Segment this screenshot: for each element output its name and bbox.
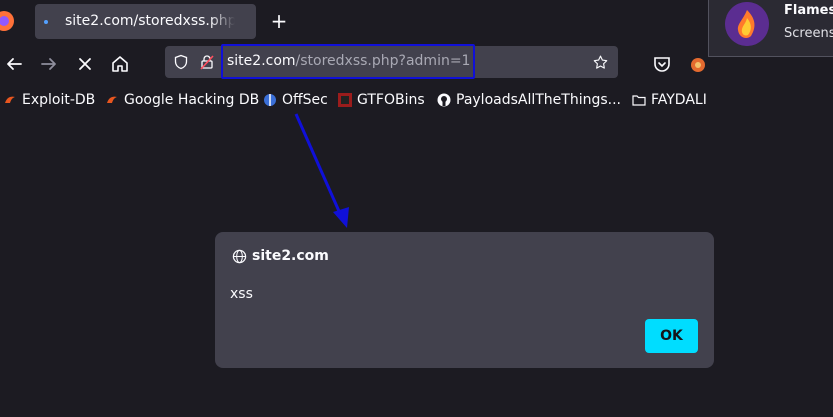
- pocket-icon[interactable]: [650, 52, 674, 76]
- flameshot-notification[interactable]: Flamesh Screens: [708, 0, 833, 57]
- bookmark-payloadsallthethings[interactable]: PayloadsAllTheThings...: [437, 90, 621, 110]
- ghdb-icon: [107, 96, 117, 103]
- firefox-logo-icon[interactable]: [0, 10, 18, 32]
- tab-loading-indicator: [44, 20, 48, 24]
- bookmark-label: FAYDALI: [651, 92, 707, 108]
- new-tab-button[interactable]: +: [268, 8, 290, 34]
- github-icon: [437, 93, 451, 107]
- bookmark-gtfobins[interactable]: GTFOBins: [338, 90, 425, 110]
- bookmark-label: OffSec: [282, 92, 328, 108]
- tab-active[interactable]: site2.com/storedxss.php?: [35, 4, 256, 39]
- bookmarks-toolbar: Exploit-DB Google Hacking DB OffSec GTFO…: [0, 86, 833, 114]
- globe-icon: [232, 249, 247, 264]
- bookmark-label: PayloadsAllTheThings...: [456, 92, 622, 108]
- exploit-db-icon: [5, 96, 15, 103]
- stop-loading-icon[interactable]: [73, 52, 97, 76]
- bookmark-label: Google Hacking DB: [124, 92, 260, 108]
- shield-icon[interactable]: [173, 54, 189, 70]
- bookmark-faydali[interactable]: FAYDALI: [632, 90, 707, 110]
- notification-subtitle: Screens: [784, 26, 833, 41]
- ok-button[interactable]: OK: [645, 319, 698, 353]
- dialog-origin: site2.com: [252, 248, 329, 264]
- bookmark-google-hacking-db[interactable]: Google Hacking DB: [105, 90, 259, 110]
- extension-icon[interactable]: [686, 52, 710, 76]
- tab-title: site2.com/storedxss.php?: [65, 13, 235, 29]
- url-annotation-box: [221, 44, 475, 79]
- flameshot-icon: [725, 2, 769, 46]
- forward-arrow-icon[interactable]: [37, 52, 61, 76]
- dialog-message: xss: [230, 286, 253, 302]
- bookmark-star-icon[interactable]: [592, 54, 609, 71]
- bookmark-label: Exploit-DB: [22, 92, 96, 108]
- insecure-lock-icon[interactable]: [199, 54, 215, 70]
- notification-title: Flamesh: [784, 3, 833, 18]
- folder-icon: [632, 95, 646, 106]
- bookmark-label: GTFOBins: [357, 92, 425, 108]
- alert-dialog: site2.com xss OK: [215, 232, 714, 368]
- home-icon[interactable]: [108, 52, 132, 76]
- bookmark-exploit-db[interactable]: Exploit-DB: [3, 90, 95, 110]
- back-arrow-icon[interactable]: [2, 52, 26, 76]
- bookmark-offsec[interactable]: OffSec: [263, 90, 328, 110]
- gtfobins-icon: [338, 93, 352, 107]
- offsec-icon: [264, 94, 276, 106]
